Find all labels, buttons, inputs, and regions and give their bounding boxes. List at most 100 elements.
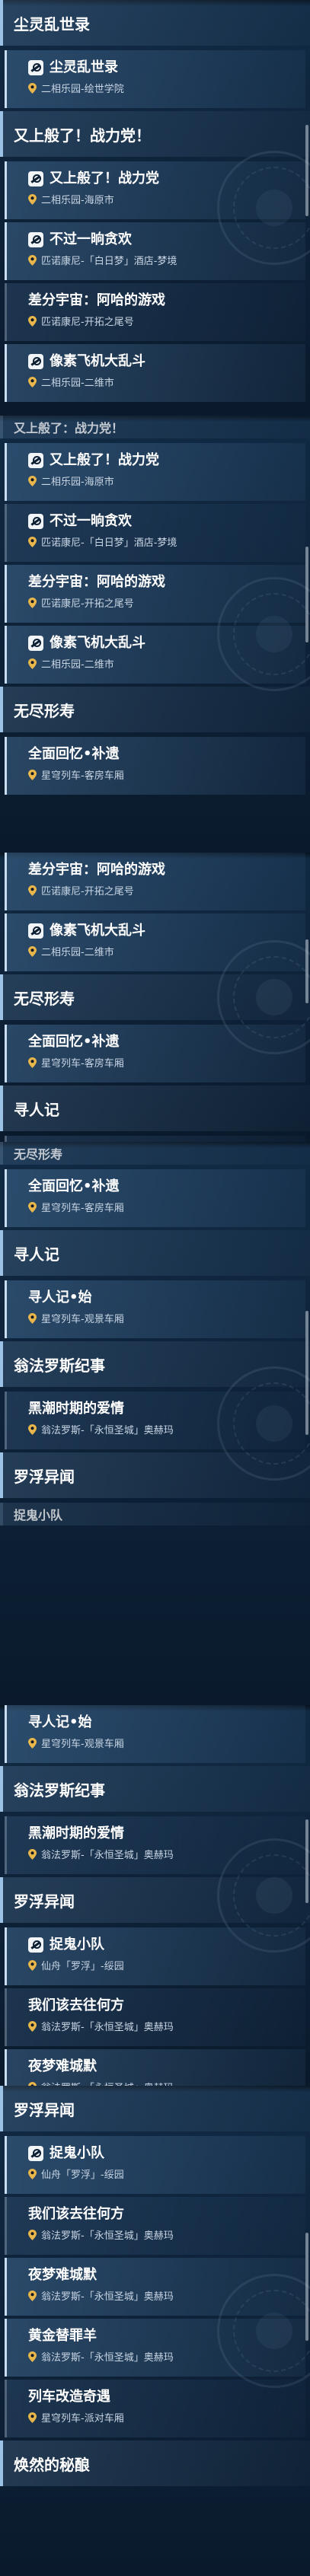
scrollbar-thumb[interactable] [305,547,308,643]
mission-title: 黑潮时期的爱情 [28,1825,124,1841]
section-header[interactable]: 罗浮异闻 [0,1452,310,1498]
mission-entry[interactable]: 寻人记•始星穹列车-观景车厢 [5,1136,305,1142]
mission-location: 星穹列车-观景车厢 [41,1314,124,1325]
mission-entry[interactable]: 全面回忆•补遗 星穹列车-客房车厢 [5,1169,305,1227]
location-pin-icon [28,2020,37,2032]
section-title: 无尽形寿 [14,701,75,720]
section-header[interactable]: 又上般了！战力党！ [0,111,310,157]
location-pin-icon [28,2168,37,2179]
mission-title: 捉鬼小队 [50,1937,104,1953]
location-pin-icon [28,82,37,94]
mission-entry[interactable]: 又上般了！战力党二相乐园-海原市 [5,443,305,501]
mission-location-row: 星穹列车-客房车厢 [28,767,298,782]
mission-title: 寻人记•始 [28,1714,92,1730]
mission-entry[interactable]: 像素飞机大乱斗 二相乐园-二维市 [5,626,305,684]
mission-title: 不过一晌贪欢 [50,513,132,529]
mission-location-row: 星穹列车-客房车厢 [28,1200,298,1214]
section-header[interactable]: 尘灵乱世录 [0,0,310,46]
mission-entry[interactable]: 全面回忆•补遗 星穹列车-客房车厢 [5,1025,305,1082]
mission-entry[interactable]: 像素飞机大乱斗二相乐园-二维市 [5,913,305,971]
mission-title: 像素飞机大乱斗 [50,635,145,651]
mission-location-row: 翁法罗斯-「永恒圣城」奥赫玛 [28,1422,298,1436]
location-pin-icon [28,1959,37,1971]
mission-location: 星穹列车-派对车厢 [41,2413,124,2425]
location-pin-icon [28,475,37,486]
mission-location-row: 翁法罗斯-「永恒圣城」奥赫玛 [28,2227,298,2242]
mission-title: 又上般了！战力党 [50,171,159,187]
mission-location-row: 二相乐园-海原市 [28,473,298,488]
mission-entry[interactable]: 又上般了！战力党二相乐园-海原市 [5,161,305,219]
section-title: 捉鬼小队 [14,1508,63,1522]
mission-entry[interactable]: 我们该去往何方 翁法罗斯-「永恒圣城」奥赫玛 [5,1988,305,2046]
mission-location: 二相乐园-海原市 [41,477,114,488]
mission-entry[interactable]: 不过一晌贪欢匹诺康尼-「白日梦」酒店-梦境 [5,504,305,562]
mission-entry[interactable]: 寻人记•始星穹列车-观景车厢 [5,1705,305,1763]
screenshot-segment: 罗浮异闻捉鬼小队 仙舟「罗浮」-绥园 我们该去往何方 翁法罗斯-「永恒圣城」奥赫玛 夜梦… [0,2086,310,2576]
section-title: 尘灵乱世录 [14,14,90,33]
mission-title: 全面回忆•补遗 [28,746,120,762]
star-icon [28,1937,43,1953]
mission-location: 二相乐园-二维市 [41,947,114,958]
location-pin-icon [28,945,37,957]
mission-entry[interactable]: 全面回忆•补遗星穹列车-客房车厢 [5,737,305,795]
mission-location-row: 二相乐园-二维市 [28,944,298,958]
section-header[interactable]: 无尽形寿 [0,687,310,732]
scrollbar-thumb[interactable] [305,2233,308,2341]
section-header[interactable]: 焕然的秘酿 [0,2441,310,2486]
mission-entry[interactable]: 差分宇宙：阿哈的游戏 匹诺康尼-开拓之尾号 [5,283,305,341]
mission-location-row: 匹诺康尼-「白日梦」酒店-梦境 [28,534,298,549]
mission-location: 匹诺康尼-「白日梦」酒店-梦境 [41,537,177,549]
section-header[interactable]: 无尽形寿 [0,1142,310,1165]
mission-title-row: 全面回忆•补遗 [28,1032,298,1052]
location-pin-icon [28,658,37,669]
mission-title: 寻人记•始 [28,1290,92,1306]
section-header[interactable]: 罗浮异闻 [0,1877,310,1923]
mission-entry[interactable]: 差分宇宙：阿哈的游戏 匹诺康尼-开拓之尾号 [5,853,305,910]
screenshot-segment: 又上般了：战力党！ 又上般了！战力党二相乐园-海原市不过一晌贪欢匹诺康尼-「白日梦… [0,416,310,853]
star-icon [28,60,43,75]
location-pin-icon [28,597,37,608]
mission-entry[interactable]: 尘灵乱世录 二相乐园-绘世学院 [5,50,305,108]
section-header[interactable]: 翁法罗斯纪事 [0,1341,310,1387]
section-header[interactable]: 寻人记 [0,1230,310,1276]
location-pin-icon [28,1201,37,1213]
mission-location-row: 翁法罗斯-「永恒圣城」奥赫玛 [28,2349,298,2364]
location-pin-icon [28,1312,37,1324]
mission-entry[interactable]: 寻人记•始星穹列车-观景车厢 [5,1280,305,1338]
mission-entry[interactable]: 列车改造奇遇星穹列车-派对车厢 [5,2380,305,2437]
mission-location-row: 仙舟「罗浮」-绥园 [28,2166,298,2181]
mission-title-row: 像素飞机大乱斗 [28,921,298,941]
mission-entry[interactable]: 夜梦难城默翁法罗斯-「永恒圣城」奥赫玛 [5,2049,305,2086]
mission-location: 匹诺康尼-开拓之尾号 [41,886,134,897]
mission-entry[interactable]: 像素飞机大乱斗 二相乐园-二维市 [5,344,305,402]
mission-location-row: 匹诺康尼-开拓之尾号 [28,883,298,897]
section-header[interactable]: 又上般了：战力党！ [0,416,310,438]
mission-entry[interactable]: 夜梦难城默翁法罗斯-「永恒圣城」奥赫玛 [5,2258,305,2316]
mission-entry[interactable]: 黄金替罪羊翁法罗斯-「永恒圣城」奥赫玛 [5,2319,305,2377]
mission-entry[interactable]: 黑潮时期的爱情 翁法罗斯-「永恒圣城」奥赫玛 [5,1816,305,1874]
section-header[interactable]: 无尽形寿 [0,974,310,1020]
mission-location: 仙舟「罗浮」-绥园 [41,2170,124,2181]
mission-location: 翁法罗斯-「永恒圣城」奥赫玛 [41,2080,174,2086]
mission-title-row: 捉鬼小队 [28,1935,298,1955]
mission-location: 二相乐园-海原市 [41,195,114,206]
mission-entry[interactable]: 我们该去往何方 翁法罗斯-「永恒圣城」奥赫玛 [5,2197,305,2255]
section-header[interactable]: 翁法罗斯纪事 [0,1766,310,1812]
mission-entry[interactable]: 差分宇宙：阿哈的游戏 匹诺康尼-开拓之尾号 [5,565,305,623]
section-header[interactable]: 罗浮异闻 [0,2086,310,2131]
mission-location: 翁法罗斯-「永恒圣城」奥赫玛 [41,2352,174,2364]
section-header[interactable]: 捉鬼小队 [0,1503,310,1526]
mission-location: 匹诺康尼-开拓之尾号 [41,317,134,328]
location-pin-icon [28,254,37,266]
mission-title: 黄金替罪羊 [28,2328,97,2344]
mission-entry[interactable]: 不过一晌贪欢 匹诺康尼-「白日梦」酒店-梦境 [5,222,305,280]
mission-entry[interactable]: 捉鬼小队 仙舟「罗浮」-绥园 [5,2136,305,2194]
section-header[interactable]: 寻人记 [0,1086,310,1131]
mission-title-row: 又上般了！战力党 [28,451,298,470]
mission-entry[interactable]: 黑潮时期的爱情 翁法罗斯-「永恒圣城」奥赫玛 [5,1392,305,1449]
mission-title-row: 不过一晌贪欢 [28,230,298,250]
mission-title: 列车改造奇遇 [28,2389,110,2405]
star-icon [28,171,43,187]
mission-entry[interactable]: 捉鬼小队 仙舟「罗浮」-绥园 [5,1927,305,1985]
star-icon [28,923,43,939]
